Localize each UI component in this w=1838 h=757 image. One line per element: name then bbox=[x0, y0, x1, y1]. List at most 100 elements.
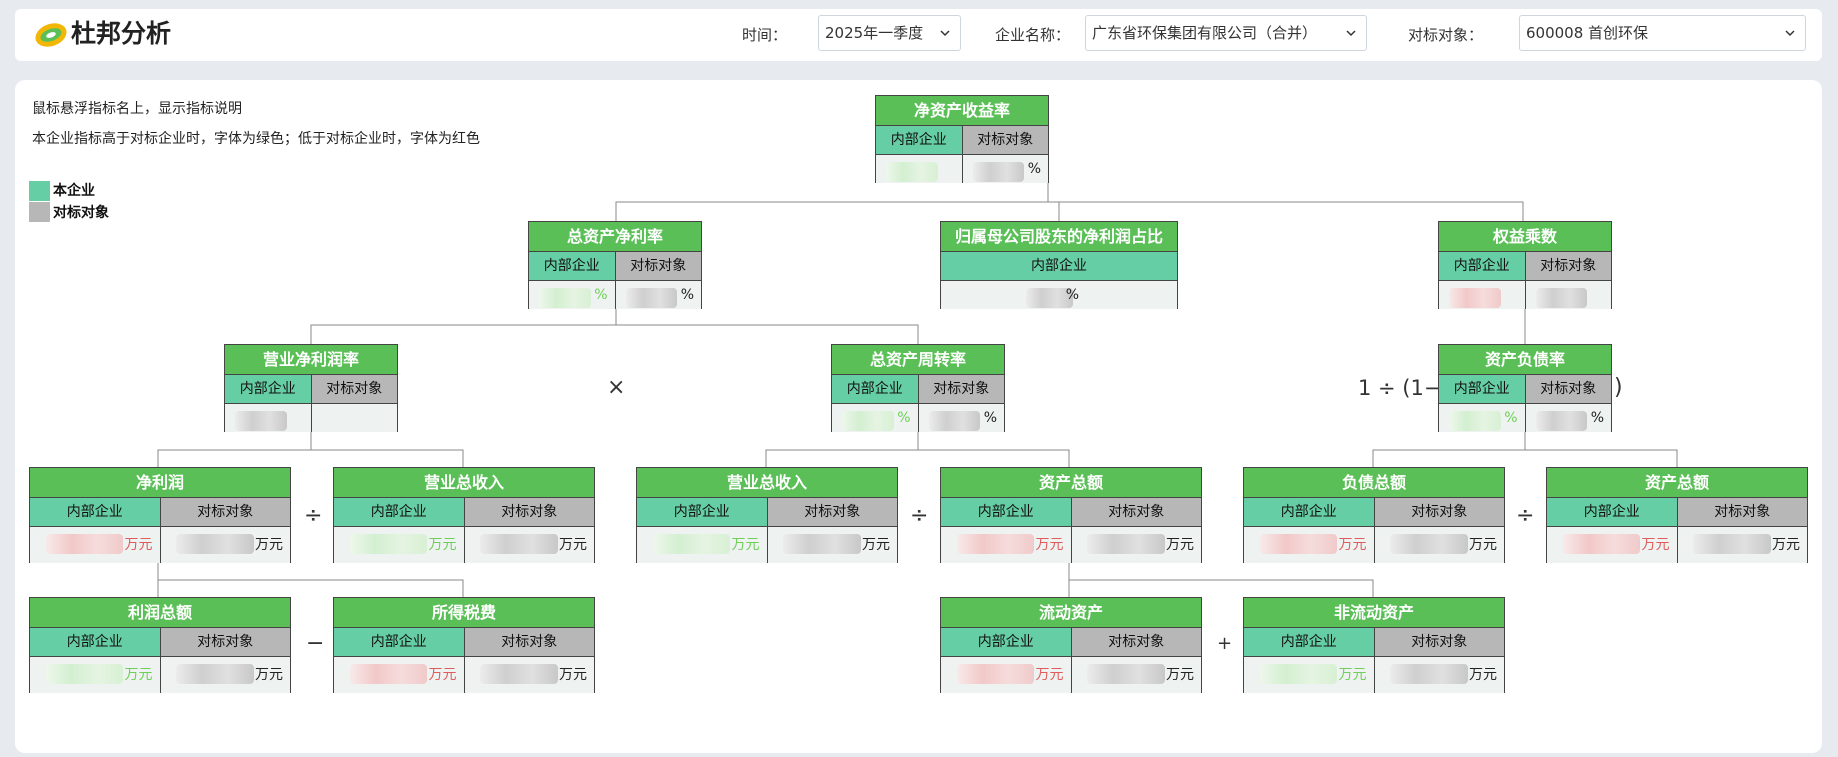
own-header: 内部企业 bbox=[529, 252, 615, 280]
masked-value bbox=[1535, 288, 1588, 308]
bench-header: 对标对象 bbox=[463, 498, 594, 526]
masked-value bbox=[886, 162, 938, 182]
indicator-equity-multiplier: 权益乘数 内部企业 对标对象 bbox=[1438, 221, 1612, 309]
own-value: 万元 bbox=[941, 657, 1071, 693]
bench-value: 万元 bbox=[1070, 657, 1201, 693]
own-header: 内部企业 bbox=[876, 126, 962, 154]
own-value bbox=[1439, 281, 1525, 309]
masked-value bbox=[480, 534, 558, 554]
indicator-title[interactable]: 总资产净利率 bbox=[529, 222, 701, 252]
indicator-title[interactable]: 流动资产 bbox=[941, 598, 1201, 628]
indicator-title[interactable]: 利润总额 bbox=[30, 598, 290, 628]
masked-value bbox=[652, 534, 731, 554]
own-value: 万元 bbox=[30, 527, 160, 563]
own-header: 内部企业 bbox=[225, 375, 311, 403]
masked-value bbox=[972, 162, 1025, 182]
bench-value: 万元 bbox=[463, 657, 594, 693]
bench-header: 对标对象 bbox=[463, 628, 594, 656]
masked-value bbox=[783, 534, 861, 554]
indicator-total-profit: 利润总额 内部企业 对标对象 万元 万元 bbox=[29, 597, 291, 693]
indicator-total-liabilities: 负债总额 内部企业 对标对象 万元 万元 bbox=[1243, 467, 1505, 563]
bench-value: 万元 bbox=[1070, 527, 1201, 563]
indicator-roe: 净资产收益率 内部企业 对标对象 % bbox=[875, 95, 1049, 183]
own-header: 内部企业 bbox=[637, 498, 767, 526]
bench-header: 对标对象 bbox=[1524, 252, 1611, 280]
own-header: 内部企业 bbox=[1439, 252, 1525, 280]
bench-value: 万元 bbox=[1676, 527, 1807, 563]
own-header: 内部企业 bbox=[941, 252, 1177, 280]
bench-header: 对标对象 bbox=[310, 375, 397, 403]
divide-operator: ÷ bbox=[910, 503, 929, 528]
bench-header: 对标对象 bbox=[159, 498, 290, 526]
indicator-title[interactable]: 资产总额 bbox=[1547, 468, 1807, 498]
bench-value: % bbox=[1524, 404, 1611, 432]
own-value: % bbox=[529, 281, 615, 309]
masked-value bbox=[45, 534, 124, 554]
indicator-title[interactable]: 权益乘数 bbox=[1439, 222, 1611, 252]
own-header: 内部企业 bbox=[1547, 498, 1677, 526]
masked-value bbox=[956, 534, 1035, 554]
masked-value bbox=[45, 664, 124, 684]
bench-header: 对标对象 bbox=[961, 126, 1048, 154]
indicator-debt-ratio: 资产负债率 内部企业 对标对象 %% bbox=[1438, 344, 1612, 432]
bench-header: 对标对象 bbox=[1676, 498, 1807, 526]
bench-header: 对标对象 bbox=[766, 498, 897, 526]
own-value bbox=[876, 155, 962, 183]
indicator-title[interactable]: 归属母公司股东的净利润占比 bbox=[941, 222, 1177, 252]
own-header: 内部企业 bbox=[1244, 628, 1374, 656]
bench-value bbox=[310, 404, 397, 432]
bench-header: 对标对象 bbox=[1524, 375, 1611, 403]
indicator-noncurrent-assets: 非流动资产 内部企业 对标对象 万元 万元 bbox=[1243, 597, 1505, 693]
bench-header: 对标对象 bbox=[1373, 498, 1504, 526]
masked-value bbox=[176, 664, 254, 684]
masked-value bbox=[349, 534, 428, 554]
masked-value bbox=[539, 288, 591, 308]
indicator-revenue: 营业总收入 内部企业 对标对象 万元 万元 bbox=[333, 467, 595, 563]
own-header: 内部企业 bbox=[832, 375, 918, 403]
plus-operator: + bbox=[1217, 633, 1233, 654]
bench-value: 万元 bbox=[463, 527, 594, 563]
indicator-title[interactable]: 营业净利润率 bbox=[225, 345, 397, 375]
bench-value: 万元 bbox=[159, 527, 290, 563]
indicator-title[interactable]: 净资产收益率 bbox=[876, 96, 1048, 126]
indicator-title[interactable]: 营业总收入 bbox=[334, 468, 594, 498]
indicator-parent-profit-ratio: 归属母公司股东的净利润占比 内部企业 % bbox=[940, 221, 1178, 309]
indicator-title[interactable]: 非流动资产 bbox=[1244, 598, 1504, 628]
masked-value bbox=[1693, 534, 1771, 554]
indicator-title[interactable]: 所得税费 bbox=[334, 598, 594, 628]
indicator-title[interactable]: 资产总额 bbox=[941, 468, 1201, 498]
bench-value: % bbox=[961, 155, 1048, 183]
masked-value bbox=[176, 534, 254, 554]
masked-value bbox=[956, 664, 1035, 684]
bench-value: 万元 bbox=[766, 527, 897, 563]
masked-value bbox=[1390, 534, 1468, 554]
own-value: 万元 bbox=[1547, 527, 1677, 563]
indicator-revenue: 营业总收入 内部企业 对标对象 万元 万元 bbox=[636, 467, 898, 563]
masked-value bbox=[1259, 664, 1338, 684]
indicator-title[interactable]: 营业总收入 bbox=[637, 468, 897, 498]
minus-operator: − bbox=[306, 631, 325, 656]
own-header: 内部企业 bbox=[334, 498, 464, 526]
indicator-asset-turnover: 总资产周转率 内部企业 对标对象 %% bbox=[831, 344, 1005, 432]
indicator-title[interactable]: 资产负债率 bbox=[1439, 345, 1611, 375]
bench-header: 对标对象 bbox=[1373, 628, 1504, 656]
own-header: 内部企业 bbox=[941, 498, 1071, 526]
bench-value: % bbox=[917, 404, 1004, 432]
masked-value bbox=[1390, 664, 1468, 684]
masked-value bbox=[1535, 411, 1588, 431]
indicator-title[interactable]: 负债总额 bbox=[1244, 468, 1504, 498]
indicator-income-tax: 所得税费 内部企业 对标对象 万元 万元 bbox=[333, 597, 595, 693]
own-value: % bbox=[832, 404, 918, 432]
own-header: 内部企业 bbox=[1439, 375, 1525, 403]
indicator-net-profit-margin: 营业净利润率 内部企业 对标对象 bbox=[224, 344, 398, 432]
indicator-roa: 总资产净利率 内部企业 对标对象 %% bbox=[528, 221, 702, 309]
bench-value: 万元 bbox=[1373, 657, 1504, 693]
own-header: 内部企业 bbox=[30, 628, 160, 656]
indicator-title[interactable]: 净利润 bbox=[30, 468, 290, 498]
indicator-title[interactable]: 总资产周转率 bbox=[832, 345, 1004, 375]
indicator-total-assets: 资产总额 内部企业 对标对象 万元 万元 bbox=[1546, 467, 1808, 563]
divide-operator: ÷ bbox=[304, 503, 323, 528]
masked-value bbox=[1449, 288, 1501, 308]
masked-value bbox=[842, 411, 894, 431]
inverse-suffix-operator: ) bbox=[1614, 375, 1623, 400]
